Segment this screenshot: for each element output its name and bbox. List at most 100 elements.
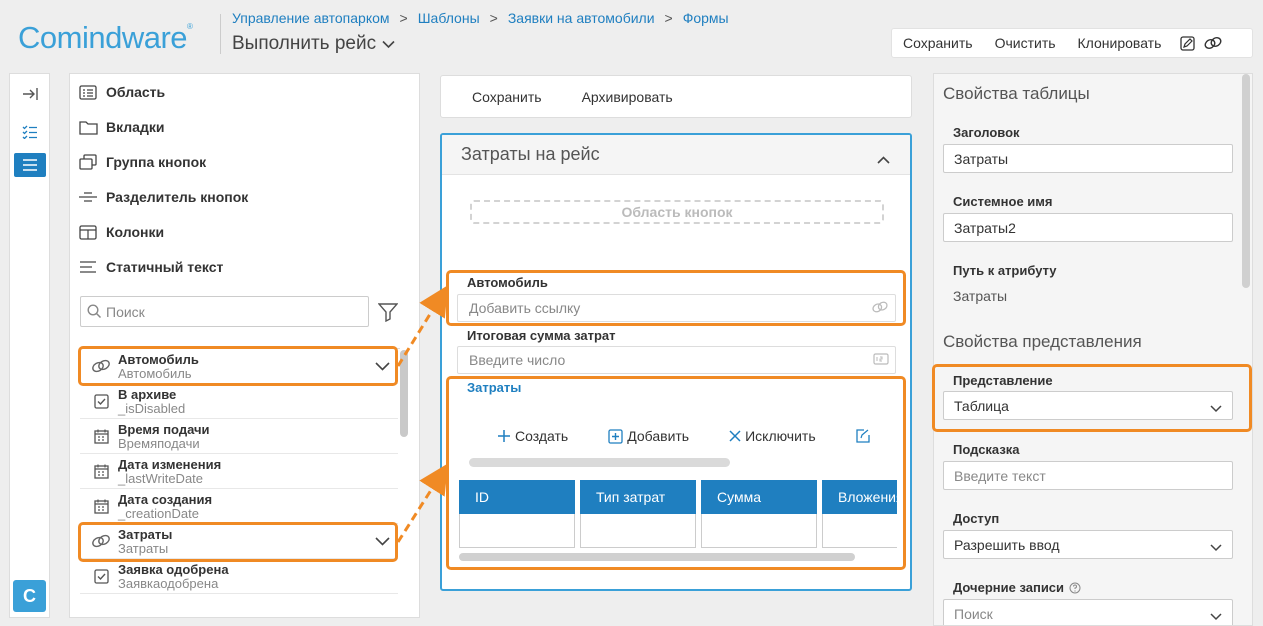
- list-item[interactable]: Дата создания _creationDate: [80, 489, 398, 524]
- link-icon: [80, 353, 118, 379]
- app-switcher-button[interactable]: C: [13, 580, 46, 612]
- list-box-icon: [78, 83, 98, 101]
- view-select[interactable]: Таблица: [943, 391, 1233, 420]
- panel-header[interactable]: Затраты на рейс: [442, 135, 910, 175]
- filter-icon[interactable]: [375, 299, 401, 325]
- plus-icon: [498, 430, 510, 442]
- breadcrumb-item[interactable]: Заявки на автомобили: [508, 10, 655, 26]
- top-toolbar: Сохранить Очистить Клонировать: [891, 28, 1253, 58]
- properties-scrollbar[interactable]: [1242, 74, 1250, 288]
- actions-scrollbar[interactable]: [469, 458, 730, 467]
- column-header[interactable]: Тип затрат: [580, 480, 696, 514]
- page-title[interactable]: Выполнить рейс: [232, 33, 395, 55]
- column-header[interactable]: ID: [459, 480, 575, 514]
- system-name-input[interactable]: Затраты2: [943, 213, 1233, 242]
- tool-columns[interactable]: Колонки: [78, 223, 164, 241]
- field-label: Системное имя: [953, 194, 1053, 209]
- header-input[interactable]: Затраты: [943, 144, 1233, 173]
- car-link-field[interactable]: Добавить ссылку: [457, 294, 896, 322]
- section-title: Свойства представления: [943, 332, 1142, 351]
- total-sum-field[interactable]: Введите число: [457, 346, 896, 374]
- table-cell[interactable]: [580, 514, 696, 548]
- tool-tabs[interactable]: Вкладки: [78, 118, 164, 136]
- breadcrumb-item[interactable]: Шаблоны: [418, 10, 480, 26]
- app-logo: Comindware®: [18, 20, 193, 55]
- table-cell[interactable]: [701, 514, 817, 548]
- number-icon: [873, 352, 889, 368]
- edit-icon[interactable]: [855, 429, 870, 443]
- breadcrumb: Управление автопарком > Шаблоны > Заявки н…: [232, 10, 729, 26]
- field-label: Автомобиль: [467, 275, 548, 290]
- table-actions: Создать Добавить Исключить: [459, 424, 899, 448]
- link-icon: [871, 300, 889, 317]
- field-label: Доступ: [953, 511, 1000, 526]
- list-item[interactable]: Заявка одобрена Заявкаодобрена: [80, 559, 398, 594]
- table-cell[interactable]: [822, 514, 897, 548]
- field-label: Подсказка: [953, 442, 1020, 457]
- child-records-select[interactable]: Поиск: [943, 599, 1233, 625]
- form-toolbar: Сохранить Архивировать: [440, 75, 912, 118]
- tool-button-group[interactable]: Группа кнопок: [78, 153, 206, 171]
- chevron-down-icon: [1210, 608, 1222, 624]
- folder-icon: [78, 118, 98, 136]
- checklist-icon[interactable]: [14, 120, 46, 144]
- list-item[interactable]: Затраты Затраты: [80, 524, 398, 559]
- list-item[interactable]: В архиве _isDisabled: [80, 384, 398, 419]
- hint-input[interactable]: Введите текст: [943, 461, 1233, 490]
- section-title: Свойства таблицы: [943, 84, 1090, 103]
- help-icon[interactable]: [1069, 582, 1081, 594]
- form-panel[interactable]: Затраты на рейс Область кнопок Автомобил…: [440, 133, 912, 591]
- archive-button[interactable]: Архивировать: [582, 89, 673, 105]
- checkbox-icon: [80, 388, 118, 414]
- chevron-down-icon[interactable]: [375, 358, 390, 376]
- save-button[interactable]: Сохранить: [892, 35, 984, 51]
- column-header[interactable]: Сумма: [701, 480, 817, 514]
- tool-area[interactable]: Область: [78, 83, 165, 101]
- button-area-placeholder[interactable]: Область кнопок: [470, 200, 884, 224]
- form-save-button[interactable]: Сохранить: [472, 89, 542, 105]
- chevron-up-icon[interactable]: [877, 148, 890, 169]
- collapse-icon[interactable]: [14, 82, 46, 106]
- tool-button-separator[interactable]: Разделитель кнопок: [78, 188, 248, 206]
- chevron-down-icon[interactable]: [375, 533, 390, 551]
- link-icon[interactable]: [1202, 32, 1224, 54]
- expenses-table: ID Тип затрат Сумма Вложения: [459, 480, 897, 550]
- attribute-path-value: Затраты: [953, 288, 1008, 304]
- columns-icon: [78, 223, 98, 241]
- create-button[interactable]: Создать: [497, 428, 568, 444]
- breadcrumb-item[interactable]: Формы: [683, 10, 729, 26]
- checkbox-icon: [80, 563, 118, 589]
- text-lines-icon: [78, 258, 98, 276]
- form-designer-icon[interactable]: [14, 153, 46, 177]
- field-label: Представление: [953, 373, 1053, 388]
- edit-icon[interactable]: [1176, 32, 1198, 54]
- link-icon: [80, 528, 118, 554]
- header-divider: [220, 14, 221, 54]
- list-scrollbar[interactable]: [400, 350, 408, 437]
- list-item[interactable]: Автомобиль Автомобиль: [80, 349, 398, 384]
- search-input[interactable]: Поиск: [80, 296, 369, 327]
- clear-button[interactable]: Очистить: [984, 35, 1067, 51]
- search-icon: [87, 304, 102, 319]
- field-label: Заголовок: [953, 125, 1020, 140]
- separator-icon: [78, 188, 98, 206]
- plus-box-icon: [608, 428, 623, 444]
- chevron-down-icon: [1210, 539, 1222, 555]
- list-item[interactable]: Время подачи Времяподачи: [80, 419, 398, 454]
- breadcrumb-item[interactable]: Управление автопарком: [232, 10, 390, 26]
- column-header[interactable]: Вложения: [822, 480, 897, 514]
- field-label: Дочерние записи: [953, 580, 1081, 595]
- tool-static-text[interactable]: Статичный текст: [78, 258, 223, 276]
- table-scrollbar[interactable]: [459, 553, 855, 561]
- list-item[interactable]: Дата изменения _lastWriteDate: [80, 454, 398, 489]
- left-rail: C: [9, 73, 50, 618]
- field-label: Итоговая сумма затрат: [467, 328, 616, 343]
- clone-button[interactable]: Клонировать: [1067, 35, 1173, 51]
- table-cell[interactable]: [459, 514, 575, 548]
- exclude-button[interactable]: Исключить: [729, 428, 816, 444]
- calendar-icon: [80, 493, 118, 519]
- add-button[interactable]: Добавить: [608, 428, 689, 444]
- calendar-icon: [80, 423, 118, 449]
- properties-panel: Свойства таблицы Заголовок Затраты Систе…: [933, 73, 1253, 626]
- access-select[interactable]: Разрешить ввод: [943, 530, 1233, 559]
